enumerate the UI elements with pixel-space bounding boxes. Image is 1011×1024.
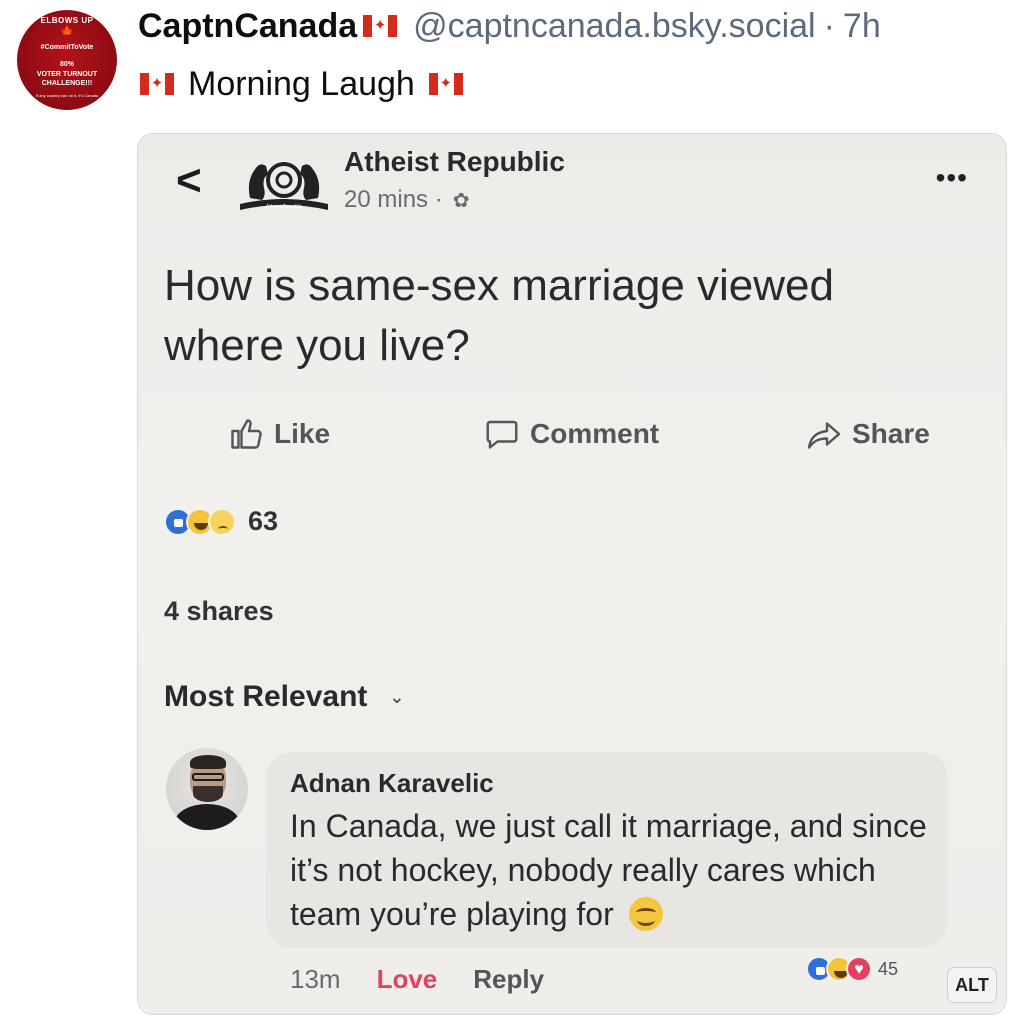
like-button: Like <box>228 416 330 452</box>
share-label: Share <box>852 418 930 449</box>
comment-footer: 13m Love Reply <box>290 964 544 995</box>
comment-text-content: In Canada, we just call it marriage, and… <box>290 808 927 932</box>
comment-age: 13m <box>290 964 341 994</box>
post-reactions: 63 <box>164 506 278 537</box>
separator-dot: · <box>823 6 835 45</box>
avatar-text-pct: 80% <box>59 61 74 68</box>
comment-sort: Most Relevant ⌄ <box>164 680 404 714</box>
comment-love-link: Love <box>376 964 438 994</box>
atheist-republic-logo: Atheist Republic <box>240 162 328 210</box>
avatar-text-line2: VOTER TURNOUT <box>36 71 98 78</box>
canada-flag-icon <box>140 73 174 95</box>
post-timestamp[interactable]: 7h <box>843 7 881 46</box>
reaction-count: 63 <box>248 506 279 536</box>
comment-reply-link: Reply <box>473 964 545 994</box>
page-meta: 20 mins · ✿ <box>344 186 469 214</box>
canada-flag-icon <box>363 15 398 37</box>
avatar-fine-print: If any country can do it, it's Canada <box>35 93 99 98</box>
post-author-line: CaptnCanada @captncanada.bsky.social · 7… <box>138 6 881 46</box>
comment-button: Comment <box>484 416 659 452</box>
comment-author: Adnan Karavelic <box>290 768 494 798</box>
post-question: How is same-sex marriage viewed where yo… <box>164 261 834 370</box>
comment-reaction-count: 45 <box>878 958 899 979</box>
author-avatar[interactable]: ELBOWS UP 🍁 #CommitToVote 80% VOTER TURN… <box>17 10 117 110</box>
post-actions-bar: Like Comment Share <box>138 416 1006 466</box>
like-label: Like <box>274 418 331 449</box>
logo-ribbon-text: Atheist Republic <box>266 204 303 210</box>
thumbs-up-icon <box>231 419 262 449</box>
display-name[interactable]: CaptnCanada <box>138 7 357 46</box>
post-text: Morning Laugh <box>138 62 463 106</box>
comment-label: Comment <box>530 418 660 449</box>
alt-text-button[interactable]: ALT <box>947 967 997 1003</box>
share-arrow-icon <box>807 422 841 449</box>
comment-text: In Canada, we just call it marriage, and… <box>290 804 940 936</box>
avatar-text-tag: #CommitToVote <box>40 44 94 51</box>
love-reaction-icon <box>846 956 872 982</box>
commenter-avatar <box>166 748 248 830</box>
privacy-globe-icon: ✿ <box>452 189 470 212</box>
post-text-content: Morning Laugh <box>188 64 415 103</box>
comment-reactions: 45 <box>806 956 898 982</box>
page-post-time: 20 mins · <box>344 186 443 213</box>
page-name[interactable]: Atheist Republic <box>344 146 565 178</box>
canada-flag-icon <box>428 73 463 95</box>
smiling-face-emoji-icon <box>628 897 663 931</box>
chevron-down-icon: ⌄ <box>389 686 405 707</box>
post-image[interactable]: < Atheist Republic Atheist Republic 20 m… <box>137 133 1007 1015</box>
author-handle[interactable]: @captncanada.bsky.social <box>413 7 815 46</box>
sad-reaction-icon <box>208 507 236 536</box>
share-button: Share <box>806 416 930 452</box>
avatar-text-line3: CHALLENGE!!! <box>41 80 93 87</box>
more-options-icon: ••• <box>935 162 968 193</box>
back-arrow-icon: < <box>176 156 202 205</box>
comment-bubble: Adnan Karavelic In Canada, we just call … <box>266 752 948 948</box>
share-count: 4 shares <box>164 596 274 626</box>
comment-bubble-icon <box>486 420 518 449</box>
maple-leaf-icon: 🍁 <box>59 24 75 38</box>
comment-sort-label: Most Relevant <box>164 680 368 713</box>
